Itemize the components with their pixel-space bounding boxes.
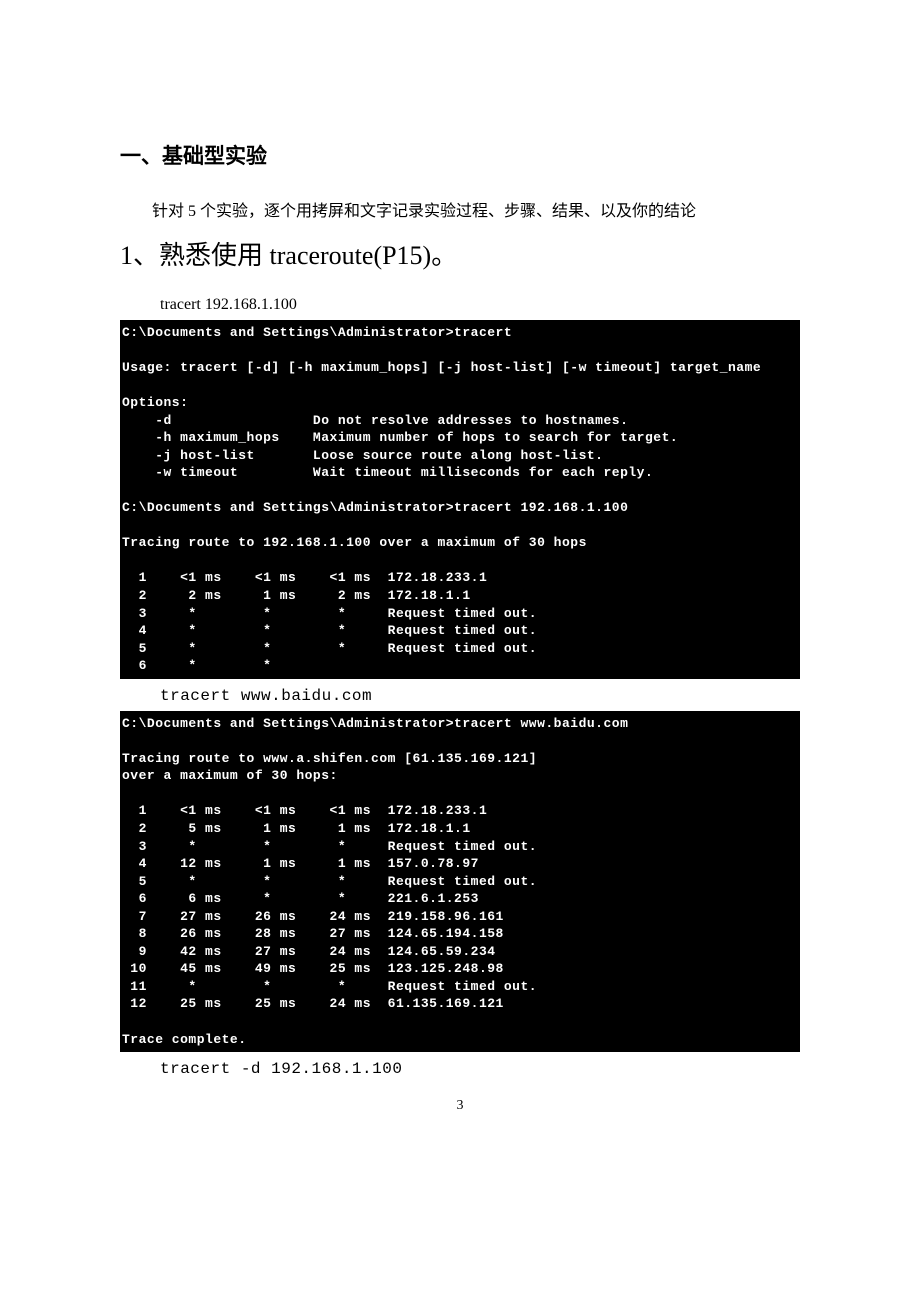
terminal-output-1: C:\Documents and Settings\Administrator>… (120, 320, 800, 679)
heading-sub-roman: traceroute(P15) (270, 241, 432, 270)
heading-main: 一、基础型实验 (120, 140, 800, 170)
command-3: tracert -d 192.168.1.100 (120, 1060, 800, 1078)
terminal-output-2: C:\Documents and Settings\Administrator>… (120, 711, 800, 1052)
heading-sub-suffix: 。 (431, 241, 457, 270)
intro-paragraph: 针对 5 个实验，逐个用拷屏和文字记录实验过程、步骤、结果、以及你的结论 (120, 198, 800, 227)
page-number: 3 (120, 1098, 800, 1114)
heading-sub-prefix: 1、熟悉使用 (120, 241, 270, 270)
command-1: tracert 192.168.1.100 (120, 296, 800, 314)
command-2: tracert www.baidu.com (120, 687, 800, 705)
document-page: 一、基础型实验 针对 5 个实验，逐个用拷屏和文字记录实验过程、步骤、结果、以及… (0, 0, 920, 1154)
heading-subsection: 1、熟悉使用 traceroute(P15)。 (120, 235, 800, 272)
